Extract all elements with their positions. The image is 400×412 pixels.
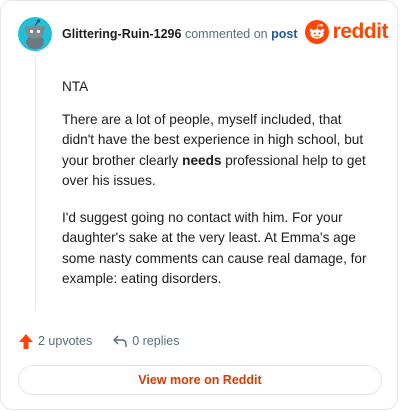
bold-text: needs: [182, 152, 222, 168]
commented-on-label: commented on: [184, 27, 268, 41]
thread-line: [35, 57, 36, 311]
reddit-wordmark: reddit: [332, 20, 389, 43]
upvote-arrow-icon: [19, 333, 33, 349]
reddit-logo-icon: [304, 20, 329, 44]
comment-meta: Glittering-Ruin-1296 commented on post: [62, 27, 298, 41]
view-more-button[interactable]: View more on Reddit: [18, 365, 382, 395]
comment-body: NTA There are a lot of people, myself in…: [62, 77, 374, 306]
reply-arrow-icon: [113, 335, 127, 347]
upvote-count: 2 upvotes: [38, 334, 93, 348]
snoo-avatar-icon[interactable]: [18, 17, 52, 51]
comment-footer: 2 upvotes 0 replies: [18, 331, 179, 351]
username-link[interactable]: Glittering-Ruin-1296: [62, 27, 181, 41]
reply-count: 0 replies: [132, 334, 180, 348]
upvote-button[interactable]: 2 upvotes: [18, 333, 92, 350]
reddit-logo[interactable]: reddit: [304, 17, 389, 47]
comment-paragraph-3: I'd suggest going no contact with him. F…: [62, 209, 367, 287]
view-more-label: View more on Reddit: [138, 373, 262, 387]
comment-paragraph-2: There are a lot of people, myself includ…: [62, 110, 374, 192]
comment-paragraph-1: NTA: [62, 79, 89, 94]
comment-header: Glittering-Ruin-1296 commented on post r…: [18, 15, 389, 55]
embedded-comment-card: Glittering-Ruin-1296 commented on post r…: [0, 0, 398, 410]
reply-button[interactable]: 0 replies: [112, 333, 179, 349]
post-link[interactable]: post: [271, 27, 297, 41]
